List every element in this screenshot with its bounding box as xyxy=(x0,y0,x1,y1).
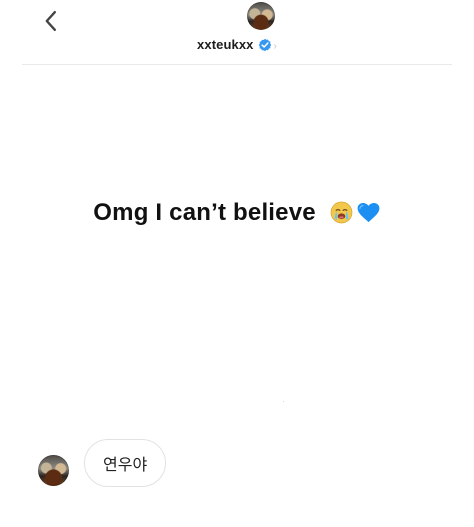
reply-avatar[interactable] xyxy=(38,455,69,486)
header-username: xxteukxx xyxy=(197,37,254,52)
blue-heart-icon xyxy=(356,200,381,225)
reply-bubble[interactable]: 연우야 xyxy=(84,439,167,487)
chat-header: xxteukxx › xyxy=(22,0,452,65)
story-emojis xyxy=(329,199,381,227)
chevron-right-icon: › xyxy=(273,41,277,52)
verified-badge-icon xyxy=(258,38,272,52)
header-user[interactable]: xxteukxx › xyxy=(22,36,452,54)
story-message-text: Omg I can’t believe xyxy=(93,198,316,226)
reply-text: 연우야 xyxy=(103,455,148,474)
back-icon[interactable] xyxy=(36,6,66,36)
loudly-crying-face-icon xyxy=(329,200,354,225)
story-message-row: Omg I can’t believe xyxy=(0,198,474,227)
header-avatar[interactable] xyxy=(247,2,275,30)
divider-dot xyxy=(283,401,284,402)
